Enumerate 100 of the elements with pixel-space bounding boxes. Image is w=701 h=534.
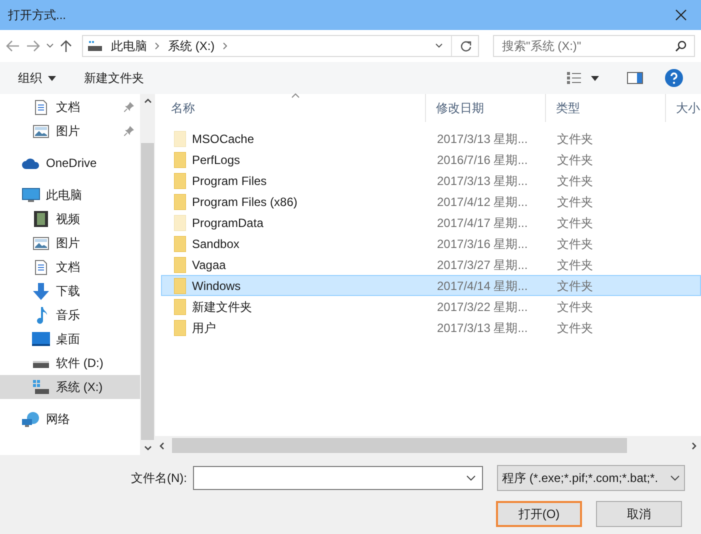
folder-icon	[174, 298, 186, 314]
dropdown-icon[interactable]	[46, 43, 54, 49]
document-icon	[35, 260, 47, 274]
vertical-scrollbar[interactable]	[140, 94, 155, 455]
preview-pane-icon[interactable]	[627, 72, 643, 84]
open-button[interactable]: 打开(O)	[496, 501, 582, 527]
type-cell-text: 文件夹	[556, 320, 594, 336]
type-cell-text: 文件夹	[556, 194, 594, 210]
file-row[interactable]: 新建文件夹 2017/3/22 星期... 文件夹	[161, 296, 701, 317]
pin-icon[interactable]	[124, 126, 134, 136]
cancel-button[interactable]: 取消	[596, 501, 682, 527]
scrollbar-thumb[interactable]	[141, 143, 154, 440]
nav-item[interactable]: 软件 (D:)	[0, 351, 140, 375]
file-row[interactable]: Sandbox 2017/3/16 星期... 文件夹	[161, 233, 701, 254]
nav-item[interactable]: 此电脑	[0, 183, 140, 207]
file-row[interactable]: MSOCache 2017/3/13 星期... 文件夹	[161, 128, 701, 149]
date-cell-text: 2017/3/13 星期...	[436, 172, 529, 190]
picture-icon	[33, 236, 49, 250]
nav-item[interactable]: 系统 (X:)	[0, 375, 140, 399]
file-row[interactable]: Vagaa 2017/3/27 星期... 文件夹	[161, 254, 701, 275]
horizontal-scrollbar[interactable]	[155, 436, 701, 455]
scroll-left-icon[interactable]	[159, 442, 164, 450]
scroll-up-icon[interactable]	[144, 98, 152, 103]
close-icon	[675, 9, 687, 21]
nav-item[interactable]: 文档	[0, 95, 140, 119]
folder-icon	[174, 256, 186, 272]
file-row[interactable]: Windows 2017/4/14 星期... 文件夹	[161, 275, 701, 296]
type-cell-text: 文件夹	[556, 236, 594, 252]
nav-item[interactable]: 图片	[0, 119, 140, 143]
type-cell-text: 文件夹	[556, 256, 594, 274]
nav-item[interactable]: 图片	[0, 231, 140, 255]
dropdown-icon[interactable]	[435, 43, 443, 49]
nav-item[interactable]: 视频	[0, 207, 140, 231]
nav-item[interactable]: 桌面	[0, 327, 140, 351]
scroll-right-icon[interactable]	[692, 442, 697, 450]
breadcrumb[interactable]: 系统 (X:)	[168, 37, 215, 55]
file-name: 新建文件夹	[192, 298, 252, 316]
scroll-down-icon[interactable]	[144, 446, 152, 451]
file-name: Vagaa	[192, 256, 226, 274]
file-row[interactable]: ProgramData 2017/4/17 星期... 文件夹	[161, 212, 701, 233]
date-cell-text: 2017/4/14 星期...	[436, 278, 529, 294]
folder-icon	[174, 152, 186, 168]
nav-item[interactable]: OneDrive	[0, 151, 140, 175]
forward-icon[interactable]	[26, 40, 40, 52]
date-cell-text: 2017/4/17 星期...	[436, 214, 529, 232]
document-icon	[35, 100, 47, 114]
file-name: ProgramData	[192, 214, 264, 232]
chevron-icon[interactable]	[155, 42, 160, 50]
date-cell-text: 2017/3/27 星期...	[436, 256, 529, 274]
nav-item[interactable]: 下载	[0, 279, 140, 303]
file-row[interactable]: Program Files (x86) 2017/4/12 星期... 文件夹	[161, 191, 701, 212]
date-cell-text: 2017/3/13 星期...	[436, 130, 529, 148]
file-name: PerfLogs	[192, 152, 240, 168]
date-cell-text: 2017/3/16 星期...	[436, 236, 529, 252]
file-row[interactable]: Program Files 2017/3/13 星期... 文件夹	[161, 170, 701, 191]
drive-icon	[33, 358, 49, 368]
file-type-dropdown[interactable]: 程序 (*.exe;*.pif;*.com;*.bat;*.	[497, 465, 685, 491]
file-name: 用户	[192, 320, 216, 336]
pin-icon[interactable]	[124, 102, 134, 112]
help-icon[interactable]	[665, 69, 683, 87]
type-cell-text: 文件夹	[556, 298, 594, 316]
type-cell-text: 文件夹	[556, 278, 594, 294]
breadcrumb[interactable]: 此电脑	[111, 37, 147, 55]
music-note-icon	[35, 306, 47, 324]
chevron-icon[interactable]	[222, 42, 228, 50]
nav-item[interactable]: 文档	[0, 255, 140, 279]
up-icon[interactable]	[60, 39, 72, 53]
search-field[interactable]: 搜索"系统 (X:)"	[493, 35, 695, 57]
window-title: 打开方式...	[8, 7, 66, 24]
filename-field[interactable]	[193, 466, 483, 490]
folder-icon	[174, 130, 186, 146]
nav-item[interactable]: 网络	[0, 407, 140, 431]
folder-icon	[174, 236, 186, 252]
down-arrow-icon	[33, 282, 49, 300]
address-field[interactable]: 此电脑 系统 (X:)	[82, 35, 479, 57]
nav-item[interactable]: 音乐	[0, 303, 140, 327]
organize-menu[interactable]: 组织	[18, 69, 56, 87]
scrollbar-thumb[interactable]	[172, 438, 627, 453]
folder-icon	[174, 320, 186, 336]
folder-icon	[174, 172, 186, 188]
column-header[interactable]: 名称	[161, 94, 426, 122]
file-name: Program Files	[192, 172, 267, 190]
column-header[interactable]: 大小	[666, 94, 701, 122]
back-icon[interactable]	[6, 40, 20, 52]
file-row[interactable]: PerfLogs 2016/7/16 星期... 文件夹	[161, 149, 701, 170]
new-folder-button[interactable]: 新建文件夹	[84, 69, 144, 87]
drive-icon	[33, 380, 49, 394]
caret-icon[interactable]	[591, 76, 599, 80]
type-cell-text: 文件夹	[556, 172, 594, 190]
view-icon[interactable]	[567, 72, 581, 84]
date-cell-text: 2017/4/12 星期...	[436, 194, 529, 210]
file-name: Sandbox	[192, 236, 240, 252]
sort-up-icon	[291, 93, 300, 98]
column-header[interactable]: 类型	[546, 94, 666, 122]
cloud-icon	[22, 158, 40, 168]
type-cell-text: 文件夹	[556, 214, 594, 232]
folder-icon	[174, 194, 186, 210]
refresh-icon[interactable]	[460, 40, 472, 52]
file-row[interactable]: 用户 2017/3/13 星期... 文件夹	[161, 317, 701, 338]
column-header[interactable]: 修改日期	[426, 94, 546, 122]
